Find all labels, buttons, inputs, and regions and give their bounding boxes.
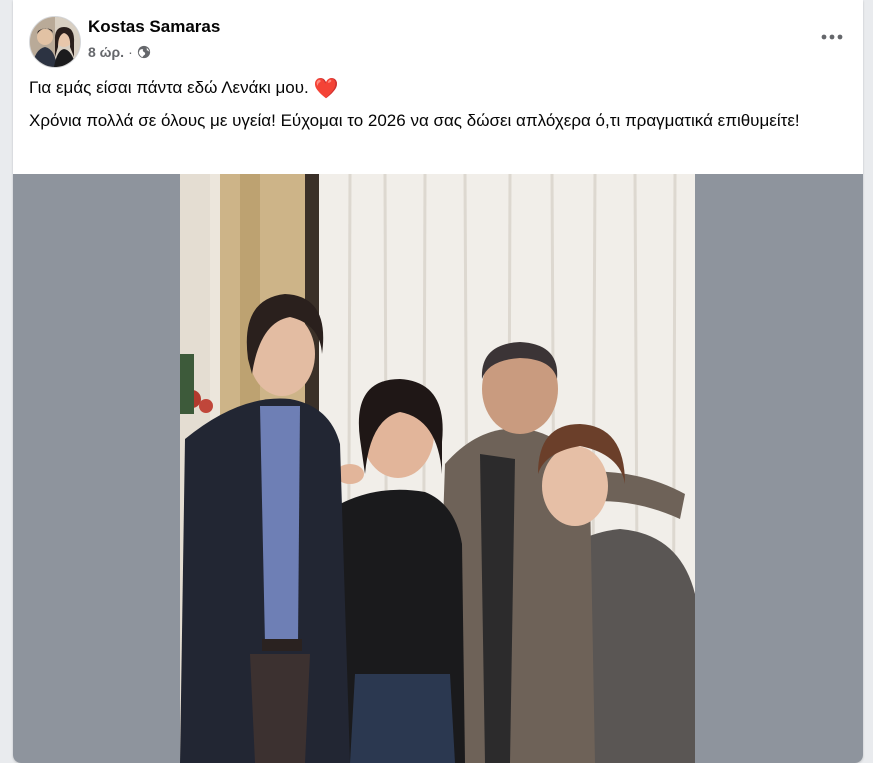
meta-separator: · xyxy=(128,44,133,60)
post-text-line2: Χρόνια πολλά σε όλους με υγεία! Εύχομαι … xyxy=(29,111,800,130)
post-photo[interactable] xyxy=(180,174,695,763)
author-avatar[interactable] xyxy=(29,16,81,68)
post-card: Kostas Samaras 8 ώρ. · Για εμάς είσαι πά… xyxy=(13,0,863,763)
post-text-line1: Για εμάς είσαι πάντα εδώ Λενάκι μου. ❤️ xyxy=(29,76,829,101)
post-header: Kostas Samaras 8 ώρ. · xyxy=(13,0,863,72)
post-text-line1-content: Για εμάς είσαι πάντα εδώ Λενάκι μου. xyxy=(29,78,309,97)
author-name[interactable]: Kostas Samaras xyxy=(88,17,220,37)
post-meta: 8 ώρ. · xyxy=(88,44,151,60)
post-media[interactable] xyxy=(13,174,863,763)
post-text: Για εμάς είσαι πάντα εδώ Λενάκι μου. ❤️ … xyxy=(29,76,829,141)
post-timestamp[interactable]: 8 ώρ. xyxy=(88,44,124,60)
more-options-icon xyxy=(821,34,843,40)
heart-emoji: ❤️ xyxy=(313,78,339,100)
more-options-button[interactable] xyxy=(819,24,845,50)
globe-icon[interactable] xyxy=(137,45,151,59)
